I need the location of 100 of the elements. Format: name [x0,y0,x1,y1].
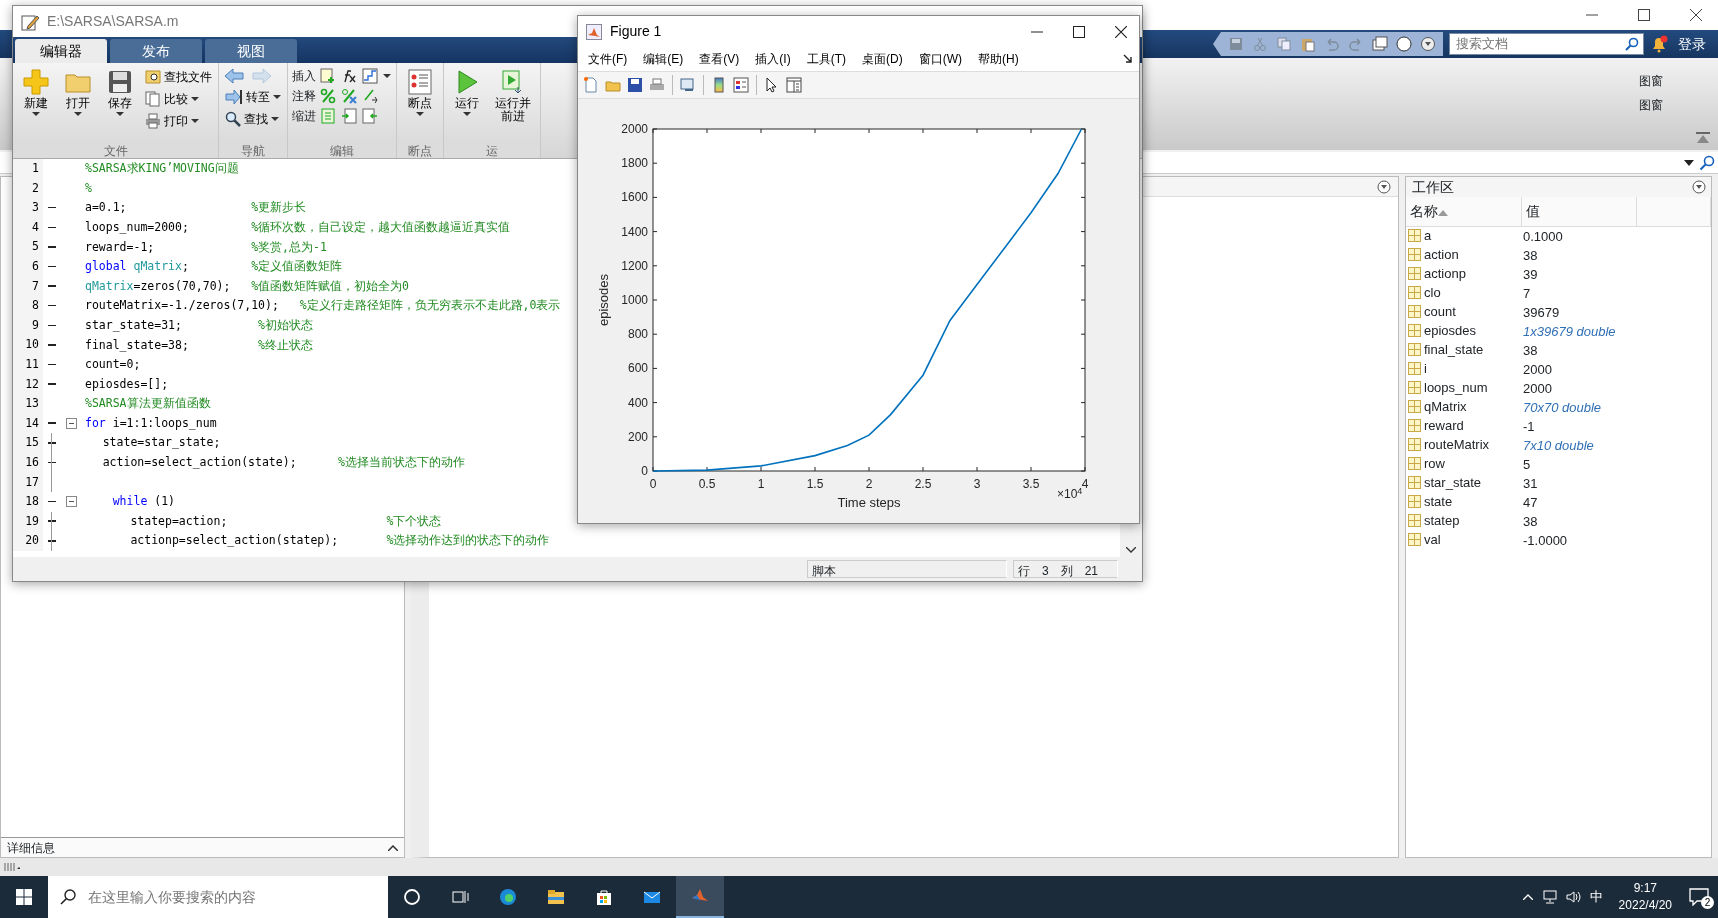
variable-name[interactable]: state [1424,493,1453,510]
line-number: 19 [13,511,43,532]
run-and-advance-button[interactable]: 运行并前进 [490,67,536,142]
show-hidden-icons-button[interactable] [1521,893,1534,901]
line-number: 2 [13,178,43,199]
scroll-down-button[interactable] [1125,546,1137,554]
variable-icon [1408,229,1421,242]
fold-toggle[interactable] [64,495,78,509]
fold-toggle[interactable] [64,417,78,430]
clock-date[interactable]: 2022/4/20 [1618,897,1672,914]
caret-icon [74,112,82,116]
menu-item[interactable]: 查看(V) [693,50,746,68]
menu-item[interactable]: 工具(T) [800,50,852,68]
variable-value: 70x70 double [1522,399,1603,417]
variable-name[interactable]: reward [1424,417,1464,434]
menu-item[interactable]: 帮助(H) [972,50,1025,68]
dropdown-button[interactable] [382,73,392,79]
variable-name[interactable]: qMatrix [1424,398,1467,415]
clock-time[interactable]: 9:17 [1618,880,1672,897]
search-button[interactable] [1698,153,1716,172]
ribbon-tab[interactable]: 视图 [205,39,297,63]
column-number: 21 [1084,563,1099,576]
menu-item[interactable]: 文件(F) [582,50,634,68]
variable-name[interactable]: count [1424,303,1456,320]
arrow-into-bar-icon [225,89,243,105]
sign-in-link[interactable]: 登录 [1674,33,1710,55]
documents-icon [145,91,161,107]
variable-icon [1408,305,1421,318]
new-document-icon [583,77,599,93]
variable-value: 7x10 double [1522,437,1595,455]
new-button[interactable]: 新建 [17,67,55,142]
panel-menu-button[interactable] [1376,178,1392,195]
find-files-button[interactable]: 查找文件 [143,67,214,87]
print-button[interactable]: 打印 [143,111,214,131]
group-label: 编辑 [288,142,396,158]
shopping-bag-icon [595,888,613,906]
variable-name[interactable]: epiosdes [1424,322,1477,339]
x-tick-label: 2.5 [914,477,932,491]
code-line: epiosdes=[]; [84,375,169,393]
run-button[interactable]: 运行 [448,67,486,142]
search-icon [1699,154,1715,171]
indent-icon [341,108,357,124]
line-number: 8 [13,296,43,316]
row-number: 3 [1042,563,1049,576]
go-to-button[interactable]: 转至 [223,87,283,107]
copy-icon [1276,36,1292,52]
percent-cross-icon [341,88,357,104]
taskbar-search-box[interactable]: 在这里输入你要搜索的内容 [48,876,388,918]
percent-arrow-icon [362,88,378,104]
variable-name[interactable]: final_state [1424,341,1484,358]
notifications-button[interactable]: 2 [1688,887,1710,907]
peak-logo-icon [586,23,602,40]
variable-name[interactable]: i [1424,360,1427,377]
column-header[interactable]: 值 [1521,197,1636,227]
menu-item[interactable]: 桌面(D) [856,50,909,68]
x-tick-label: 0 [649,477,657,491]
back-button[interactable] [223,67,245,85]
search-box[interactable]: 搜索文档 [1449,33,1644,55]
toolbar-button[interactable] [626,76,644,94]
ribbon-tab[interactable]: 发布 [110,39,202,63]
line-number: 17 [13,472,43,493]
variable-name[interactable]: star_state [1424,474,1482,491]
input-method-indicator[interactable]: 中 [1589,887,1603,907]
group-label: 断点 [397,142,443,158]
variable-name[interactable]: action [1424,246,1459,263]
breakpoints-button[interactable]: 断点 [401,67,439,142]
speaker-icon[interactable] [1565,890,1582,904]
menu-item[interactable]: 窗口(W) [912,50,968,68]
variable-name[interactable]: loops_num [1424,379,1488,396]
variable-name[interactable]: a [1424,227,1432,244]
compare-button[interactable]: 比较 [143,89,214,109]
variable-name[interactable]: routeMatrix [1424,436,1490,453]
variable-name[interactable]: statep [1424,512,1460,529]
save-button[interactable]: 保存 [101,67,139,142]
windows-logo-icon [16,889,32,905]
toolbar-button[interactable] [732,76,750,94]
indent-label: 缩进 [292,108,316,125]
code-line: actionp=select_action(statep); %选择动作达到的状态下的动作 [129,532,550,550]
network-icon[interactable] [1541,890,1558,904]
variable-name[interactable]: clo [1424,284,1441,301]
window-title: E:\SARSA\SARSA.m [47,12,179,31]
variable-name[interactable]: val [1424,531,1441,548]
caret-icon [32,112,40,116]
menu-item[interactable]: 插入(I) [749,50,797,68]
ribbon-tab[interactable]: 编辑器 [15,39,107,63]
open-button[interactable]: 打开 [59,67,97,142]
x-tick-label: 3.5 [1022,477,1040,491]
line-number: 7 [13,276,43,297]
y-tick-label: 400 [627,395,648,410]
find-button[interactable]: 查找 [223,109,283,129]
panel-menu-button[interactable] [1691,179,1707,195]
cut-icon [1252,36,1268,52]
line-number: 5 [13,237,43,257]
variable-name[interactable]: actionp [1424,265,1466,282]
variable-name[interactable]: row [1424,455,1445,472]
y-tick-label: 600 [627,361,648,376]
menu-item[interactable]: 编辑(E) [637,50,690,68]
code-line: count=0; [84,356,141,374]
notification-count: 2 [1701,896,1714,909]
document-lines-icon [320,108,336,124]
